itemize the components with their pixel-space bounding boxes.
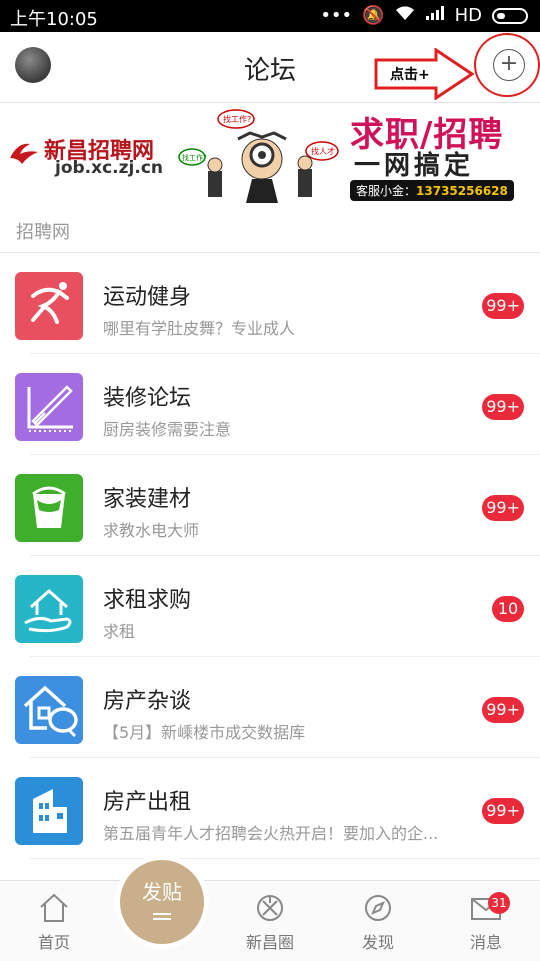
hotline: 客服小金：13735256628 <box>350 180 514 201</box>
unread-badge: 10 <box>492 596 524 622</box>
bubble-left-text: 找工作？ <box>182 153 210 162</box>
forum-name: 房产杂谈 <box>103 689 192 714</box>
unread-badge: 99+ <box>482 495 524 521</box>
aperture-icon <box>257 895 283 921</box>
forum-name: 求租求购 <box>103 588 192 613</box>
status-bar: 上午10:05 ••• 🔕 HD <box>0 0 540 32</box>
compass-icon <box>365 895 391 921</box>
unread-badge: 99+ <box>482 798 524 824</box>
signal-icon <box>425 5 445 26</box>
more-dots-icon: ••• <box>320 5 353 26</box>
forum-list: 运动健身 哪里有学肚皮舞？专业成人 99+ 装修论坛 厨房装修需要注意 99+ … <box>0 253 540 859</box>
status-time: 上午10:05 <box>10 9 98 30</box>
forum-item-decoration[interactable]: 装修论坛 厨房装修需要注意 99+ <box>0 354 540 455</box>
ruler-pen-icon <box>15 373 83 441</box>
mute-icon: 🔕 <box>362 5 385 26</box>
forum-latest-post: 求租 <box>103 622 136 641</box>
forum-latest-post: 哪里有学肚皮舞？专业成人 <box>103 319 296 338</box>
forum-latest-post: 【5月】新嵊楼市成交数据库 <box>103 723 306 742</box>
nav-home[interactable]: 首页 <box>14 891 94 953</box>
nav-discover[interactable]: 发现 <box>338 891 418 953</box>
nav-circle[interactable]: 新昌圈 <box>230 891 310 953</box>
paint-bucket-icon <box>15 474 83 542</box>
forum-item-property-talk[interactable]: 房产杂谈 【5月】新嵊楼市成交数据库 99+ <box>0 657 540 758</box>
job-seekers-illustration: 找工作? 找工作？ 找人才 <box>178 109 339 203</box>
unread-badge: 99+ <box>482 394 524 420</box>
forum-latest-post: 厨房装修需要注意 <box>103 420 232 439</box>
house-chat-icon <box>15 676 83 744</box>
banner-slogan: 一网搞定 <box>354 151 475 181</box>
message-count-badge: 31 <box>488 892 510 914</box>
forum-item-fitness[interactable]: 运动健身 哪里有学肚皮舞？专业成人 99+ <box>0 253 540 354</box>
recruitment-banner[interactable]: 新昌招聘网 job.xc.zj.cn 找工作? 找工作？ 找人才 求职/招聘 一… <box>0 103 540 208</box>
top-bar: 论坛 点击+ + <box>0 32 540 103</box>
unread-badge: 99+ <box>482 293 524 319</box>
bubble-top-text: 找工作? <box>223 114 251 124</box>
brand-url: job.xc.zj.cn <box>55 158 163 178</box>
home-icon <box>40 893 68 922</box>
forum-name: 装修论坛 <box>103 386 192 411</box>
network-type: HD <box>454 5 482 26</box>
battery-icon <box>492 7 528 24</box>
nav-messages[interactable]: 消息 <box>446 891 526 953</box>
forum-name: 运动健身 <box>103 285 192 310</box>
forum-latest-post: 求教水电大师 <box>103 521 200 540</box>
house-hand-icon <box>15 575 83 643</box>
forum-latest-post: 第五届青年人才招聘会火热开启！要加入的企... <box>103 824 439 843</box>
annotation-label: 点击+ <box>390 67 430 83</box>
menu-lines-icon <box>153 913 171 915</box>
forum-item-property-rental[interactable]: 房产出租 第五届青年人才招聘会火热开启！要加入的企... 99+ <box>0 758 540 859</box>
brand-logo-icon <box>10 143 38 164</box>
forum-name: 房产出租 <box>103 790 192 815</box>
section-title: 招聘网 <box>16 222 70 243</box>
building-icon <box>15 777 83 845</box>
forum-name: 家装建材 <box>103 487 192 512</box>
forum-item-building-materials[interactable]: 家装建材 求教水电大师 99+ <box>0 455 540 556</box>
unread-badge: 99+ <box>482 697 524 723</box>
add-button[interactable]: + <box>493 49 525 81</box>
bubble-right-text: 找人才 <box>311 146 335 156</box>
row-divider <box>30 858 540 859</box>
wifi-icon <box>395 5 415 26</box>
bottom-nav: 首页 新昌圈 发现 消息 <box>0 880 540 961</box>
status-icons: ••• 🔕 HD <box>320 5 528 26</box>
forum-item-rent-buy[interactable]: 求租求购 求租 10 <box>0 556 540 657</box>
new-post-button[interactable]: 发贴 <box>120 860 204 944</box>
running-icon <box>15 272 83 340</box>
